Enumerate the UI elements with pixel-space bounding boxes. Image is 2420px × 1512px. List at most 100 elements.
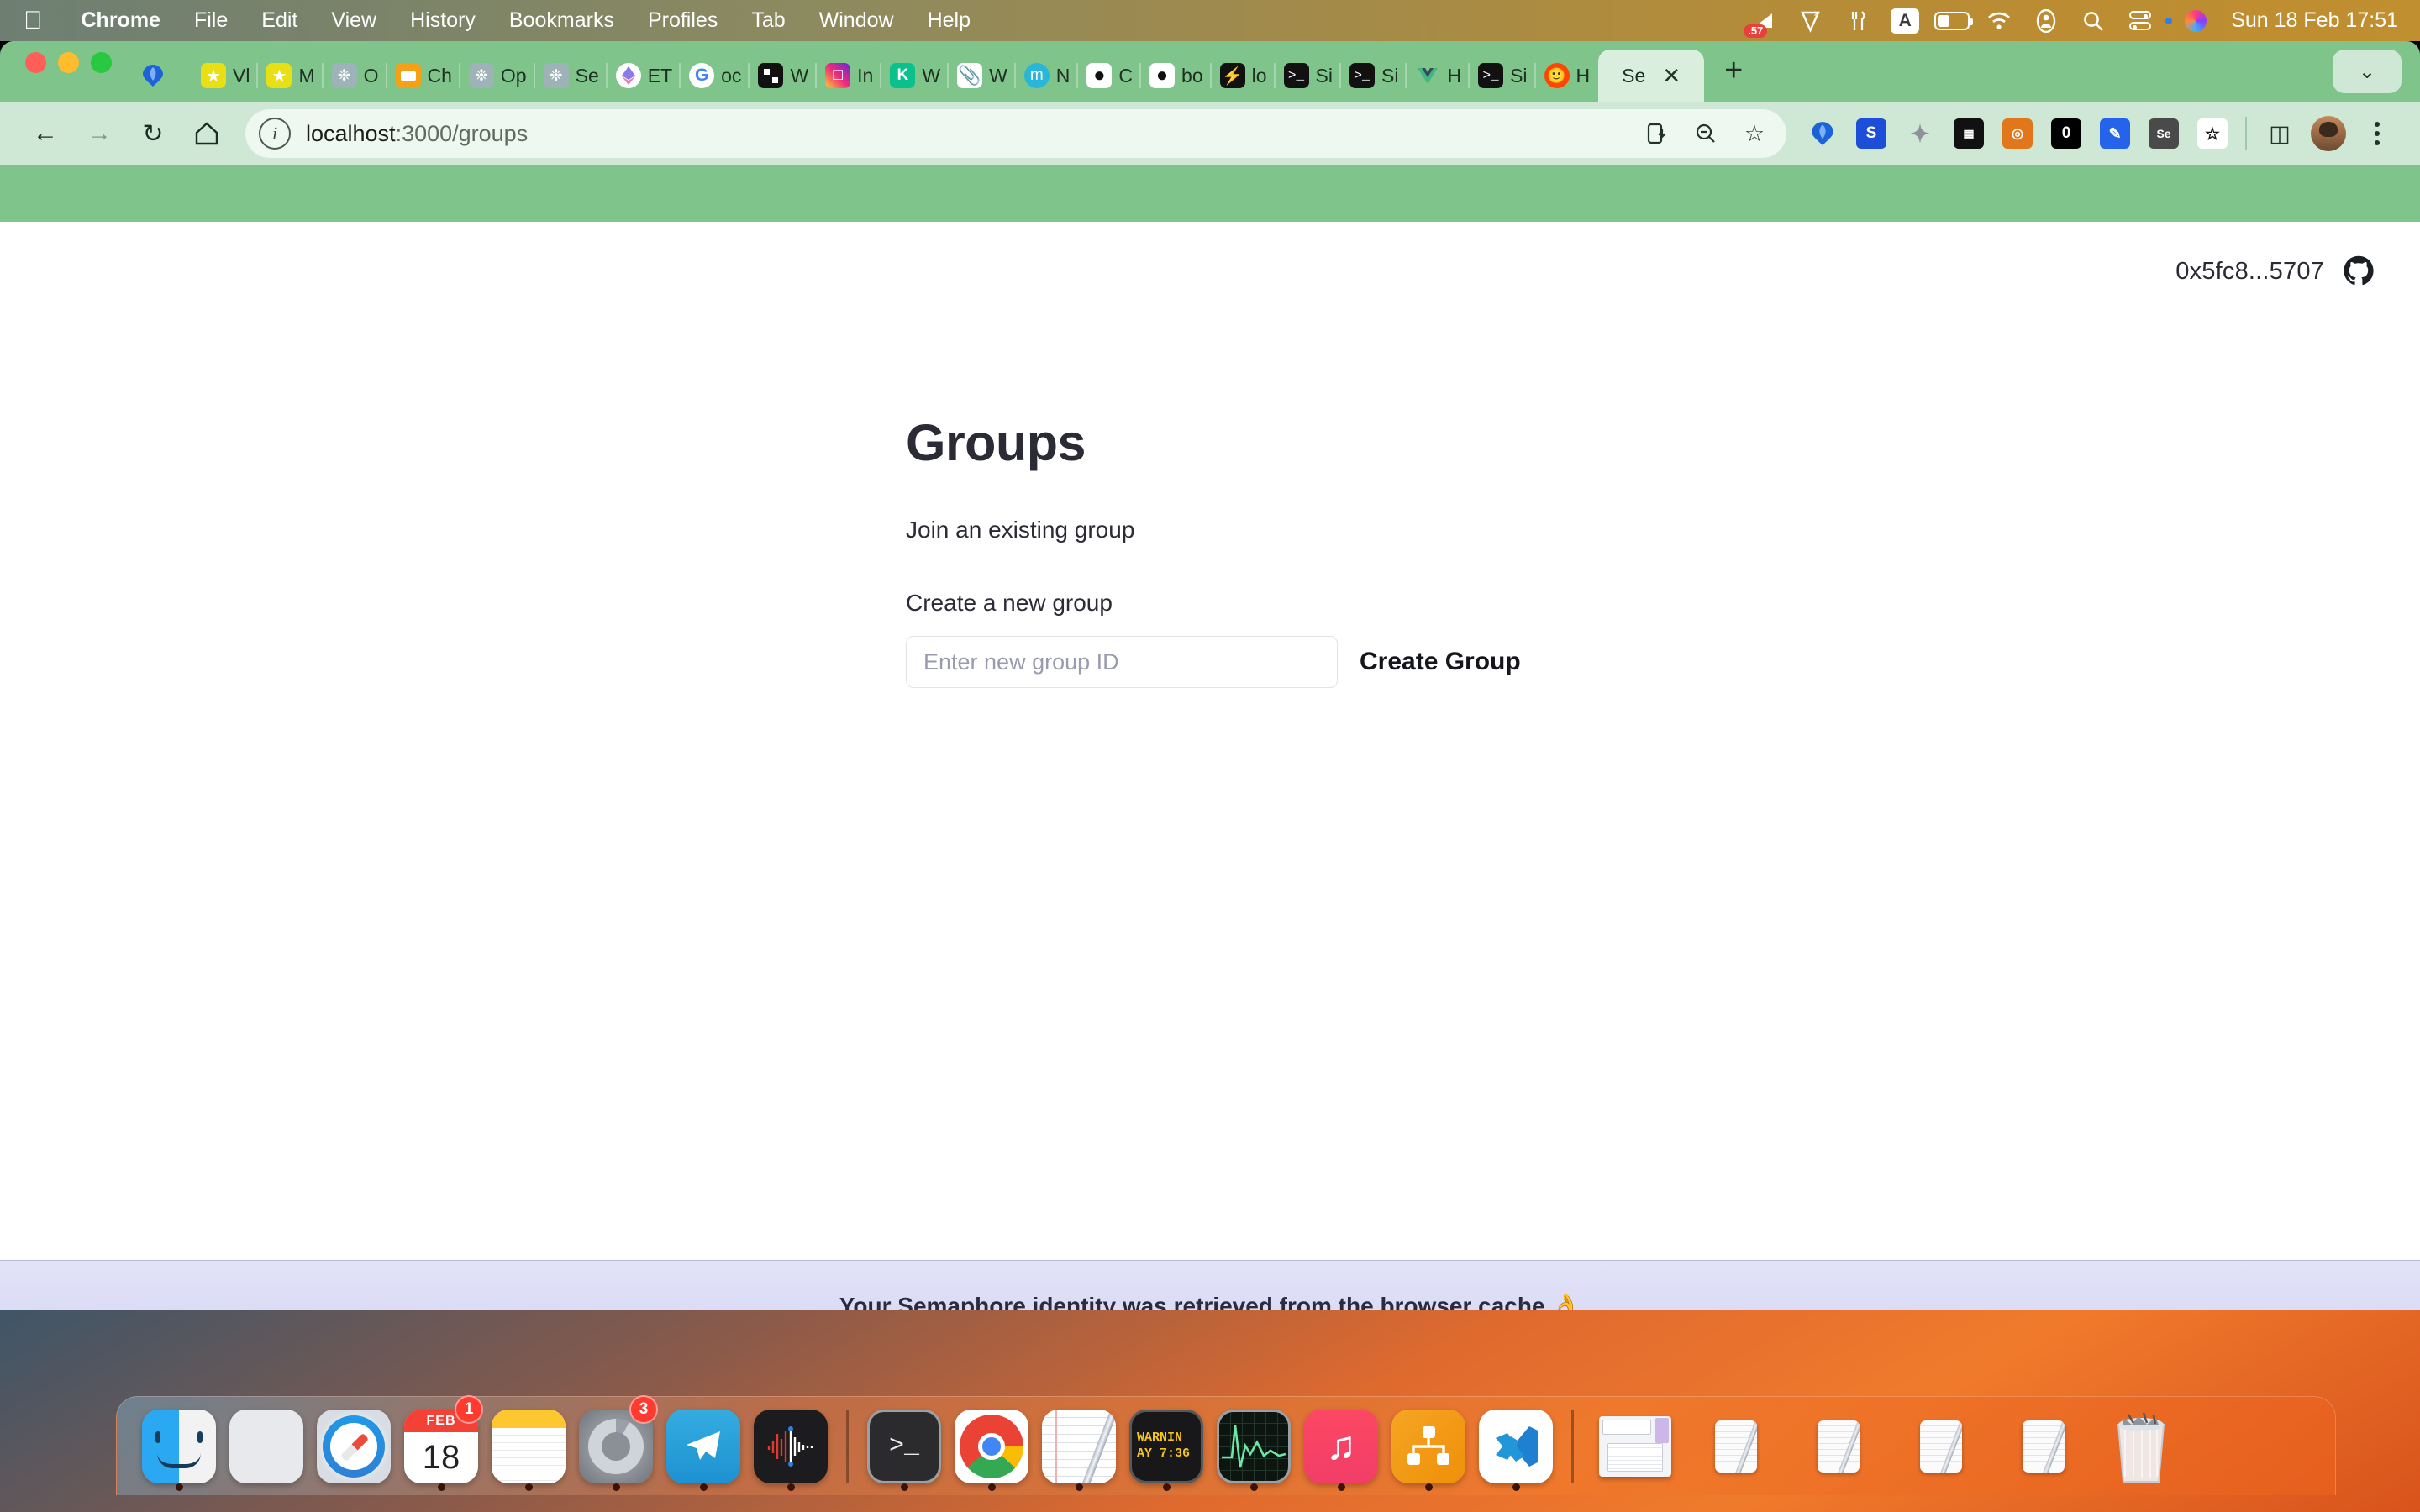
dock-item-finder[interactable] (135, 1397, 223, 1496)
tab-item[interactable]: G oc (681, 50, 750, 102)
tab-vl[interactable] (132, 50, 192, 102)
tab-search-button[interactable]: ⌄ (2333, 50, 2402, 93)
tab-item[interactable]: >_ Si (1470, 50, 1536, 102)
zero-extension-icon[interactable]: 0 (2042, 109, 2091, 158)
wifi-icon[interactable] (1975, 0, 2023, 41)
tab-item[interactable]: W (750, 50, 818, 102)
back-button[interactable]: ← (18, 107, 72, 160)
dock-item-minimized-doc[interactable] (1685, 1397, 1787, 1496)
zoom-out-icon[interactable] (1686, 113, 1726, 154)
dock-item-trash[interactable] (2095, 1397, 2187, 1496)
tab-active-semaphore[interactable]: Se ✕ (1598, 50, 1705, 102)
menu-item-bookmarks[interactable]: Bookmarks (492, 8, 631, 33)
spotlight-search-icon[interactable] (2070, 0, 2117, 41)
ghost-extension-icon[interactable]: ✦ (1896, 109, 1944, 158)
join-existing-group-link[interactable]: Join an existing group (906, 517, 2420, 543)
side-panel-icon[interactable]: ◫ (2255, 109, 2304, 158)
dock-item-activity-monitor[interactable] (1210, 1397, 1297, 1496)
tab-item[interactable]: ❉ Se (535, 50, 608, 102)
dock-item-safari[interactable] (310, 1397, 397, 1496)
profile-avatar[interactable] (2304, 109, 2353, 158)
tab-item[interactable]: 🙂 H (1536, 50, 1599, 102)
dock-item-system-settings[interactable]: 3 (572, 1394, 660, 1496)
battery-icon[interactable] (1928, 0, 1975, 41)
tab-label: Si (1315, 64, 1333, 87)
menu-item-edit[interactable]: Edit (245, 8, 314, 33)
tab-item[interactable]: ● bo (1141, 50, 1212, 102)
tab-item[interactable]: ● C (1078, 50, 1142, 102)
location-off-icon[interactable]: x (1787, 0, 1834, 41)
tab-item[interactable]: ❉ Op (460, 50, 535, 102)
menu-bar-clock[interactable]: Sun 18 Feb 17:51 (2231, 8, 2398, 33)
tab-item[interactable]: 📎 W (949, 50, 1016, 102)
blue-pen-extension-icon[interactable]: ✎ (2091, 109, 2139, 158)
dock-item-music[interactable]: ♫ (1297, 1397, 1385, 1496)
close-window-button[interactable] (25, 51, 46, 73)
checker-extension-icon[interactable]: ▦ (1944, 109, 1993, 158)
tab-item[interactable]: H (1407, 50, 1470, 102)
tab-item[interactable]: ★ Vl (192, 50, 259, 102)
home-button[interactable] (180, 107, 234, 160)
metamask-extension-icon[interactable]: ◎ (1993, 109, 2042, 158)
dock-item-documents-stack[interactable] (1586, 1397, 1685, 1496)
create-group-button[interactable]: Create Group (1356, 648, 1524, 676)
dock-item-voice-memos[interactable] (747, 1397, 834, 1496)
menu-item-tab[interactable]: Tab (734, 8, 802, 33)
stats-badge-icon[interactable]: .57 (1740, 0, 1787, 41)
menu-item-file[interactable]: File (177, 8, 245, 33)
menu-item-view[interactable]: View (314, 8, 393, 33)
site-info-icon[interactable]: i (259, 118, 291, 150)
dock-item-minimized-doc[interactable] (1890, 1397, 1992, 1496)
maximize-window-button[interactable] (91, 51, 112, 73)
bookmark-star-icon[interactable]: ☆ (1734, 113, 1775, 154)
menu-item-profiles[interactable]: Profiles (631, 8, 734, 33)
tab-item[interactable]: ❉ O (324, 50, 387, 102)
close-tab-icon[interactable]: ✕ (1662, 65, 1681, 87)
tab-item[interactable]: Ch (387, 50, 460, 102)
minimize-window-button[interactable] (58, 51, 79, 73)
dock-item-minimized-doc[interactable] (1992, 1397, 2095, 1496)
tab-item[interactable]: ET (608, 50, 681, 102)
group-id-input[interactable] (906, 636, 1338, 688)
dock-item-minimized-doc[interactable] (1787, 1397, 1890, 1496)
dock-item-notes[interactable] (485, 1397, 572, 1496)
dock-item-textedit[interactable] (1035, 1397, 1123, 1496)
menu-item-help[interactable]: Help (911, 8, 987, 33)
dock-item-calendar[interactable]: 1 FEB 18 (397, 1394, 485, 1496)
apple-logo-icon[interactable]:  (24, 8, 43, 34)
dock-item-vscode[interactable] (1472, 1397, 1560, 1496)
tab-item[interactable]: K W (881, 50, 950, 102)
new-tab-button[interactable]: + (1704, 55, 1763, 102)
tab-item[interactable]: >_ Si (1341, 50, 1407, 102)
balloon-extension-icon[interactable] (1798, 109, 1847, 158)
user-account-icon[interactable] (2023, 0, 2070, 41)
control-center-icon[interactable] (2117, 0, 2164, 41)
dock-item-terminal[interactable]: >_ (860, 1397, 948, 1496)
forward-button[interactable]: → (72, 107, 126, 160)
tab-item[interactable]: ⚡ lo (1212, 50, 1276, 102)
dock-item-launchpad[interactable] (223, 1397, 310, 1496)
bottle-extension-icon[interactable]: ☆ (2188, 109, 2237, 158)
utensils-icon[interactable] (1834, 0, 1881, 41)
dock-item-chrome[interactable] (948, 1397, 1035, 1496)
tab-item[interactable]: m N (1016, 50, 1079, 102)
tab-item[interactable]: ☐ In (817, 50, 882, 102)
siri-icon[interactable] (2172, 0, 2219, 41)
scribe-extension-icon[interactable]: S (1847, 109, 1896, 158)
chrome-menu-button[interactable] (2353, 109, 2402, 158)
reload-button[interactable]: ↻ (126, 107, 180, 160)
tab-item[interactable]: >_ Si (1276, 50, 1341, 102)
menu-item-window[interactable]: Window (802, 8, 911, 33)
input-source-A-icon[interactable]: A (1881, 0, 1928, 41)
selenium-extension-icon[interactable]: Se (2139, 109, 2188, 158)
dock-item-warning-widget[interactable]: WARNIN AY 7:36 (1123, 1397, 1210, 1496)
menu-item-history[interactable]: History (393, 8, 492, 33)
dock-item-telegram[interactable] (660, 1397, 747, 1496)
menu-item-chrome[interactable]: Chrome (65, 8, 177, 33)
tab-item[interactable]: ★ M (258, 50, 324, 102)
address-bar[interactable]: i localhost:3000/groups ☆ (245, 109, 1786, 158)
wallet-address[interactable]: 0x5fc8...5707 (2175, 258, 2324, 286)
install-app-icon[interactable] (1637, 113, 1677, 154)
dock-item-tree-app[interactable] (1385, 1397, 1472, 1496)
github-icon[interactable] (2343, 255, 2375, 287)
